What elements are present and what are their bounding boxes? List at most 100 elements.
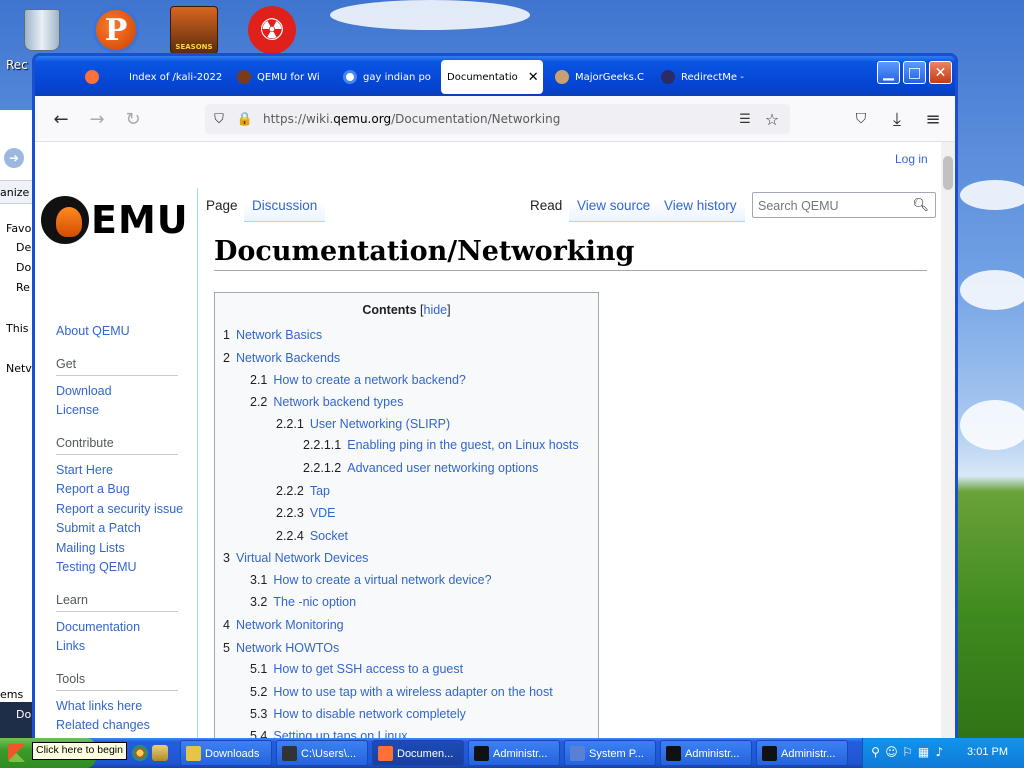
title-bar[interactable]: Index of /kali-2022 QEMU for Wi gay indi… [35, 56, 955, 96]
toc-item[interactable]: 3 Virtual Network Devices [223, 551, 368, 565]
firefox-window[interactable]: Index of /kali-2022 QEMU for Wi gay indi… [32, 53, 958, 741]
reader-view-icon[interactable]: ☰ [737, 111, 753, 127]
clock[interactable]: 3:01 PM [967, 746, 1008, 758]
windows-flag-icon [8, 744, 26, 762]
toc-item[interactable]: 1 Network Basics [223, 328, 322, 342]
taskbar-button[interactable]: Documen... [372, 740, 464, 766]
sidebar-link-download[interactable]: Download [35, 382, 197, 402]
toc-item[interactable]: 2.2.3 VDE [276, 506, 336, 520]
tab-majorgeeks[interactable]: MajorGeeks.C [549, 60, 649, 94]
toc-item[interactable]: 5.2 How to use tap with a wireless adapte… [250, 685, 553, 699]
sidebar-heading-tools: Tools [35, 672, 197, 691]
flag-tray-icon[interactable]: ⚐ [901, 746, 914, 759]
forward-circle-icon[interactable]: ➜ [4, 148, 24, 168]
sidebar-link-related-changes[interactable]: Related changes [35, 716, 197, 736]
sidebar-link-license[interactable]: License [35, 401, 197, 421]
tab-qemu-windows[interactable]: QEMU for Wi [231, 60, 331, 94]
navigation-toolbar: ← → ↻ ⛉ 🔒 https://wiki.qemu.org/Document… [35, 96, 955, 142]
shield-icon[interactable]: ⛉ [211, 111, 227, 127]
lock-icon[interactable]: 🔒 [237, 111, 253, 127]
taskbar-button[interactable]: Administr... [468, 740, 560, 766]
toc-item[interactable]: 5.3 How to disable network completely [250, 707, 466, 721]
login-link[interactable]: Log in [895, 152, 928, 166]
sidebar-link-report-security[interactable]: Report a security issue [35, 500, 197, 520]
page-title: Documentation/Networking [214, 236, 927, 271]
taskbar-app-icon [186, 746, 201, 761]
search-input[interactable]: Search QEMU 🔍︎ [752, 192, 936, 218]
taskbar: Click here to begin Downloads C:\Users\..… [0, 738, 1024, 768]
download-icon[interactable]: ⤓ [883, 106, 911, 132]
toc-item[interactable]: 2.2 Network backend types [250, 395, 403, 409]
pocket-icon[interactable]: ⛉ [847, 106, 875, 132]
toc-item[interactable]: 2 Network Backends [223, 351, 340, 365]
sidebar-link-documentation[interactable]: Documentation [35, 618, 197, 638]
p-app-icon[interactable]: P [90, 6, 142, 54]
bookmark-star-icon[interactable]: ☆ [764, 110, 780, 129]
toc-item[interactable]: 3.1 How to create a virtual network devic… [250, 573, 492, 587]
toc-item[interactable]: 4 Network Monitoring [223, 618, 344, 632]
toc-item[interactable]: 2.2.4 Socket [276, 529, 348, 543]
tab-google-search[interactable]: gay indian po [337, 60, 437, 94]
close-window-button[interactable]: ✕ [929, 61, 952, 84]
toc-item[interactable]: 2.2.1.1 Enabling ping in the guest, on Li… [303, 438, 579, 452]
maximize-button[interactable]: □ [903, 61, 926, 84]
sidebar-link-submit-patch[interactable]: Submit a Patch [35, 519, 197, 539]
tab-documentation-active[interactable]: Documentatio ✕ [441, 60, 543, 94]
taskbar-button[interactable]: System P... [564, 740, 656, 766]
sidebar-link-start-here[interactable]: Start Here [35, 461, 197, 481]
system-tray: ⚲ ☺ ⚐ ▦ ♪ 3:01 PM [862, 738, 1024, 768]
toc-item[interactable]: 2.2.1.2 Advanced user networking options [303, 461, 538, 475]
tab-discussion[interactable]: Discussion [244, 188, 326, 222]
sidebar-link-about[interactable]: About QEMU [35, 322, 197, 342]
tab-redirectme[interactable]: RedirectMe - [655, 60, 765, 94]
search-tray-icon[interactable]: ⚲ [869, 746, 882, 759]
tab-kali-index[interactable]: Index of /kali-2022 [123, 60, 223, 94]
taskbar-button[interactable]: Administr... [756, 740, 848, 766]
toc-item[interactable]: 2.2.1 User Networking (SLIRP) [276, 417, 450, 431]
taskbar-button[interactable]: C:\Users\... [276, 740, 368, 766]
search-icon[interactable]: 🔍︎ [912, 197, 929, 213]
seasons-game-icon[interactable]: SEASONS [168, 6, 220, 54]
network-tray-icon[interactable]: ▦ [917, 746, 930, 759]
scrollbar-thumb[interactable] [943, 156, 953, 190]
toc-item[interactable]: 2.2.2 Tap [276, 484, 330, 498]
qemu-bird-icon [41, 196, 89, 244]
radiation-icon[interactable]: ☢ [246, 6, 298, 54]
sidebar-link-links[interactable]: Links [35, 637, 197, 657]
forward-button[interactable]: → [83, 106, 111, 132]
minimize-button[interactable]: ▁ [877, 61, 900, 84]
emoji-tray-icon[interactable]: ☺ [885, 746, 898, 759]
tab-view-history[interactable]: View history [656, 188, 745, 222]
chrome-icon[interactable] [132, 745, 148, 761]
taskbar-button[interactable]: Downloads [180, 740, 272, 766]
url-bar[interactable]: ⛉ 🔒 https://wiki.qemu.org/Documentation/… [205, 104, 790, 134]
sidebar-link-what-links-here[interactable]: What links here [35, 697, 197, 717]
scrollbar[interactable] [941, 142, 955, 738]
volume-tray-icon[interactable]: ♪ [933, 746, 946, 759]
tab-page[interactable]: Page [198, 188, 246, 222]
sidebar-link-mailing-lists[interactable]: Mailing Lists [35, 539, 197, 559]
file-explorer-icon[interactable] [152, 745, 168, 761]
qemu-logo[interactable]: EMU [41, 196, 189, 244]
sidebar-link-report-bug[interactable]: Report a Bug [35, 480, 197, 500]
menu-icon[interactable]: ≡ [919, 106, 947, 132]
back-button[interactable]: ← [47, 106, 75, 132]
url-text[interactable]: https://wiki.qemu.org/Documentation/Netw… [263, 112, 560, 126]
tab-view-source[interactable]: View source [569, 188, 659, 222]
reload-button[interactable]: ↻ [119, 106, 147, 132]
close-tab-icon[interactable]: ✕ [528, 70, 539, 85]
toc-item[interactable]: 2.1 How to create a network backend? [250, 373, 466, 387]
recycle-bin-icon[interactable] [16, 6, 68, 54]
sidebar-link-testing[interactable]: Testing QEMU [35, 558, 197, 578]
toc-item[interactable]: 5 Network HOWTOs [223, 641, 339, 655]
taskbar-button[interactable]: Administr... [660, 740, 752, 766]
toc-hide-link[interactable]: hide [424, 303, 448, 317]
google-icon [343, 70, 357, 84]
majorgeeks-icon [555, 70, 569, 84]
tab-firefox-view[interactable] [79, 60, 119, 94]
toc-item[interactable]: 3.2 The -nic option [250, 595, 356, 609]
taskbar-app-icon [570, 746, 585, 761]
tab-read[interactable]: Read [522, 188, 571, 222]
background-explorer-window[interactable]: ➜ anize Favo De Do Re This Netv ems Do [0, 110, 34, 738]
toc-item[interactable]: 5.1 How to get SSH access to a guest [250, 662, 463, 676]
